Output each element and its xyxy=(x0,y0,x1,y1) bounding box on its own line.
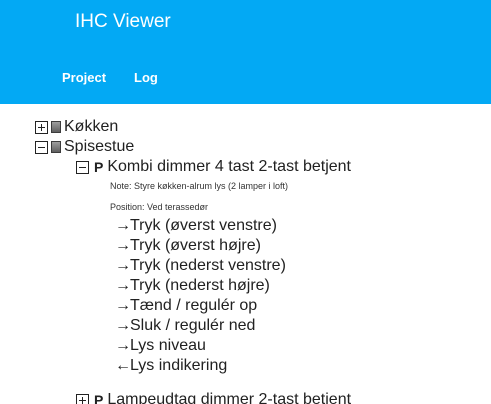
collapse-icon[interactable] xyxy=(35,140,48,154)
arrow-right-icon: → xyxy=(115,337,131,354)
io-item[interactable]: →Tryk (nederst venstre) xyxy=(115,256,286,276)
group-icon xyxy=(51,121,61,133)
io-item[interactable]: ←Lys indikering xyxy=(115,356,227,376)
arrow-right-icon: → xyxy=(115,277,131,294)
arrow-right-icon: → xyxy=(115,257,131,274)
io-label: Tryk (øverst højre) xyxy=(130,237,261,254)
io-label: Lys niveau xyxy=(130,337,206,354)
io-label: Tryk (nederst højre) xyxy=(130,277,270,294)
io-label: Sluk / regulér ned xyxy=(130,317,256,334)
tab-project[interactable]: Project xyxy=(62,70,106,85)
io-item[interactable]: →Sluk / regulér ned xyxy=(115,316,255,336)
app-bar: IHC Viewer Project Log xyxy=(0,0,491,104)
product-marker: P xyxy=(94,392,104,404)
io-label: Lys indikering xyxy=(130,357,228,374)
tab-log[interactable]: Log xyxy=(134,70,158,85)
io-item[interactable]: →Tryk (øverst højre) xyxy=(115,236,261,256)
group-label[interactable]: Køkken xyxy=(64,118,118,136)
app-title: IHC Viewer xyxy=(75,11,171,32)
arrow-right-icon: → xyxy=(115,297,131,314)
product-label[interactable]: Lampeudtag dimmer 2-tast betjent xyxy=(107,391,351,404)
io-item[interactable]: →Tænd / regulér op xyxy=(115,296,257,316)
group-label[interactable]: Spisestue xyxy=(64,138,134,156)
io-label: Tryk (øverst venstre) xyxy=(130,217,277,234)
tree-group-kokken[interactable]: Køkken xyxy=(35,118,118,136)
collapse-icon[interactable] xyxy=(76,160,89,174)
arrow-right-icon: → xyxy=(115,237,131,254)
expand-icon[interactable] xyxy=(76,393,89,404)
group-icon xyxy=(51,141,61,153)
product-position: Position: Ved terassedør xyxy=(110,202,209,212)
io-item[interactable]: →Tryk (øverst venstre) xyxy=(115,216,277,236)
tree-product-lampeudtag-dimmer[interactable]: P Lampeudtag dimmer 2-tast betjent xyxy=(76,391,351,404)
tree-product-kombi-dimmer[interactable]: P Kombi dimmer 4 tast 2-tast betjent xyxy=(76,158,351,176)
product-note: Note: Styre køkken-alrum lys (2 lamper i… xyxy=(110,181,289,191)
io-label: Tænd / regulér op xyxy=(130,297,258,314)
arrow-left-icon: ← xyxy=(115,357,131,374)
arrow-right-icon: → xyxy=(115,317,131,334)
tree-group-spisestue[interactable]: Spisestue xyxy=(35,138,134,156)
product-label[interactable]: Kombi dimmer 4 tast 2-tast betjent xyxy=(107,158,351,176)
arrow-right-icon: → xyxy=(115,217,131,234)
io-item[interactable]: →Tryk (nederst højre) xyxy=(115,276,270,296)
io-label: Tryk (nederst venstre) xyxy=(130,257,286,274)
io-item[interactable]: →Lys niveau xyxy=(115,336,206,356)
product-marker: P xyxy=(94,159,104,175)
expand-icon[interactable] xyxy=(35,120,48,134)
